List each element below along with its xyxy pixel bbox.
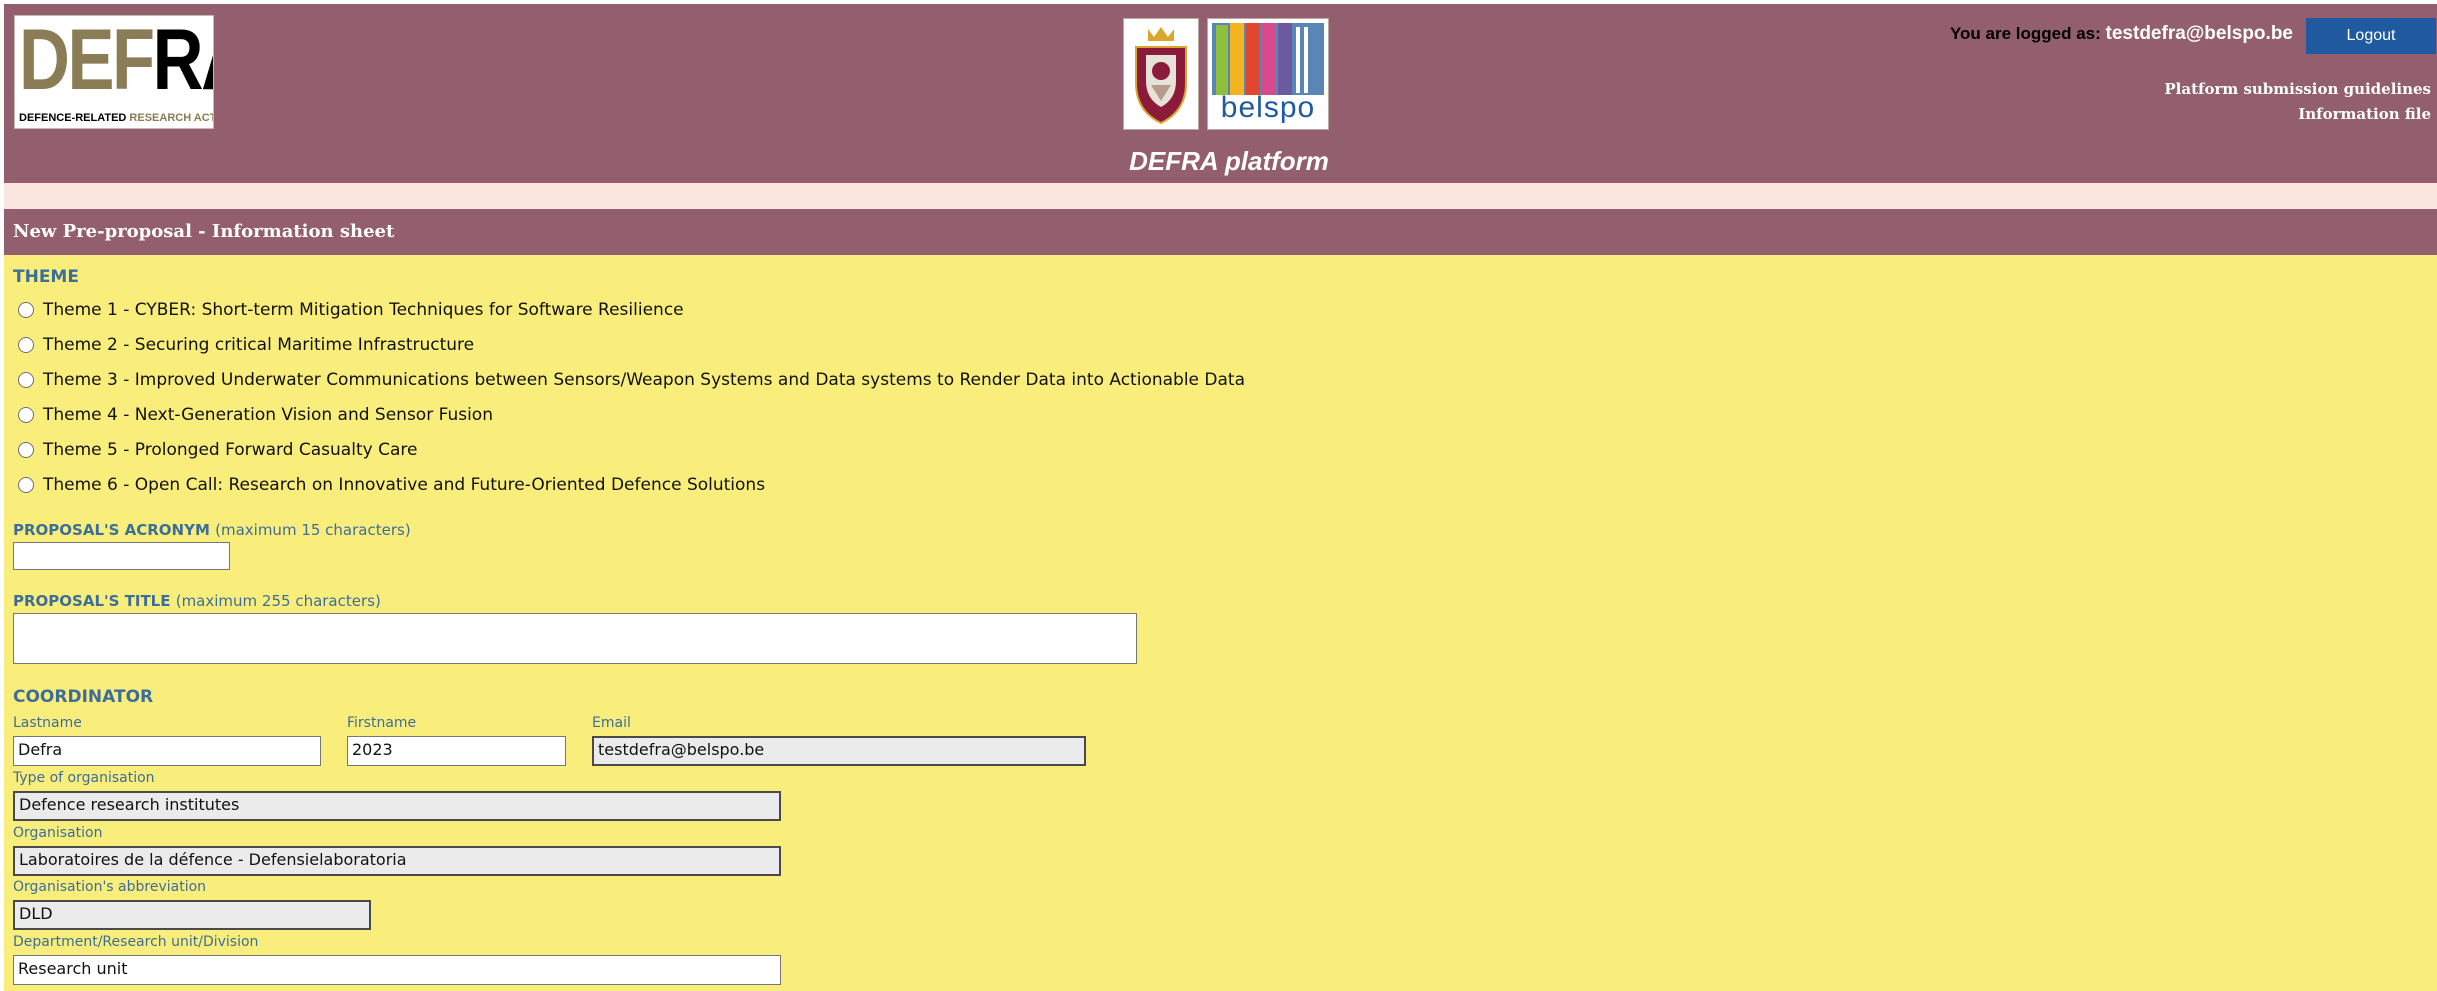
logged-in-label: You are logged as:: [1949, 24, 2101, 43]
acronym-hint: (maximum 15 characters): [215, 521, 411, 539]
title-hint: (maximum 255 characters): [175, 592, 381, 610]
organisation-label: Organisation: [13, 825, 103, 841]
title-textarea[interactable]: [13, 613, 1137, 664]
theme-option-3[interactable]: Theme 3 - Improved Underwater Communicat…: [18, 370, 1245, 390]
theme-label: Theme 6 - Open Call: Research on Innovat…: [43, 475, 766, 495]
logged-in-user: testdefra@belspo.be: [2105, 23, 2293, 44]
department-label: Department/Research unit/Division: [13, 934, 259, 950]
theme-option-6[interactable]: Theme 6 - Open Call: Research on Innovat…: [18, 475, 765, 495]
logo-letters-2: RA: [152, 15, 213, 108]
belspo-logo: belspo: [1207, 18, 1329, 130]
theme-label: Theme 5 - Prolonged Forward Casualty Car…: [43, 440, 418, 460]
submission-guidelines-link[interactable]: Platform submission guidelines: [2164, 80, 2431, 98]
email-field: testdefra@belspo.be: [592, 736, 1086, 766]
theme-radio[interactable]: [18, 407, 34, 423]
theme-radio[interactable]: [18, 337, 34, 353]
firstname-label: Firstname: [347, 715, 417, 731]
theme-option-1[interactable]: Theme 1 - CYBER: Short-term Mitigation T…: [18, 300, 684, 320]
page-header: DEFRA DEFENCE-RELATED RESEARCH ACTION be…: [4, 4, 2437, 183]
lastname-input[interactable]: Defra: [13, 736, 321, 766]
logo-letters-1: DEF: [19, 15, 155, 108]
theme-option-2[interactable]: Theme 2 - Securing critical Maritime Inf…: [18, 335, 474, 355]
acronym-label: PROPOSAL'S ACRONYM (maximum 15 character…: [13, 521, 411, 539]
theme-heading: THEME: [13, 267, 79, 287]
acronym-label-text: PROPOSAL'S ACRONYM: [13, 521, 210, 539]
lastname-label: Lastname: [13, 715, 82, 731]
theme-option-4[interactable]: Theme 4 - Next-Generation Vision and Sen…: [18, 405, 493, 425]
section-title: New Pre-proposal - Information sheet: [4, 209, 2437, 255]
org-type-label: Type of organisation: [13, 770, 155, 786]
title-label: PROPOSAL'S TITLE (maximum 255 characters…: [13, 592, 381, 610]
belspo-logo-text: belspo: [1220, 91, 1316, 124]
acronym-input[interactable]: [13, 542, 230, 570]
theme-label: Theme 1 - CYBER: Short-term Mitigation T…: [43, 300, 684, 320]
theme-radio[interactable]: [18, 442, 34, 458]
email-label: Email: [592, 715, 631, 731]
theme-label: Theme 4 - Next-Generation Vision and Sen…: [43, 405, 493, 425]
logout-button[interactable]: Logout: [2306, 18, 2436, 54]
header-divider-strip: [4, 183, 2437, 209]
theme-label: Theme 3 - Improved Underwater Communicat…: [43, 370, 1246, 390]
firstname-input[interactable]: 2023: [347, 736, 566, 766]
abbreviation-label: Organisation's abbreviation: [13, 879, 207, 895]
theme-radio[interactable]: [18, 302, 34, 318]
information-file-link[interactable]: Information file: [2298, 105, 2431, 123]
logged-in-info: You are logged as: testdefra@belspo.be: [1950, 23, 2293, 45]
defra-logo: DEFRA DEFENCE-RELATED RESEARCH ACTION: [14, 15, 214, 129]
theme-radio[interactable]: [18, 372, 34, 388]
organisation-field: Laboratoires de la défence - Defensielab…: [13, 846, 781, 876]
logo-tagline-2: RESEARCH ACTION: [129, 112, 213, 124]
title-label-text: PROPOSAL'S TITLE: [13, 592, 171, 610]
information-sheet-form: THEME Theme 1 - CYBER: Short-term Mitiga…: [4, 255, 2437, 991]
logo-tagline-1: DEFENCE-RELATED: [19, 112, 130, 124]
department-input[interactable]: Research unit: [13, 955, 781, 985]
theme-radio[interactable]: [18, 477, 34, 493]
coordinator-heading: COORDINATOR: [13, 687, 154, 707]
royal-military-crest-icon: [1123, 18, 1199, 130]
abbreviation-field: DLD: [13, 900, 371, 930]
platform-title: DEFRA platform: [1129, 146, 1329, 176]
theme-option-5[interactable]: Theme 5 - Prolonged Forward Casualty Car…: [18, 440, 417, 460]
org-type-field: Defence research institutes: [13, 791, 781, 821]
theme-label: Theme 2 - Securing critical Maritime Inf…: [43, 335, 475, 355]
